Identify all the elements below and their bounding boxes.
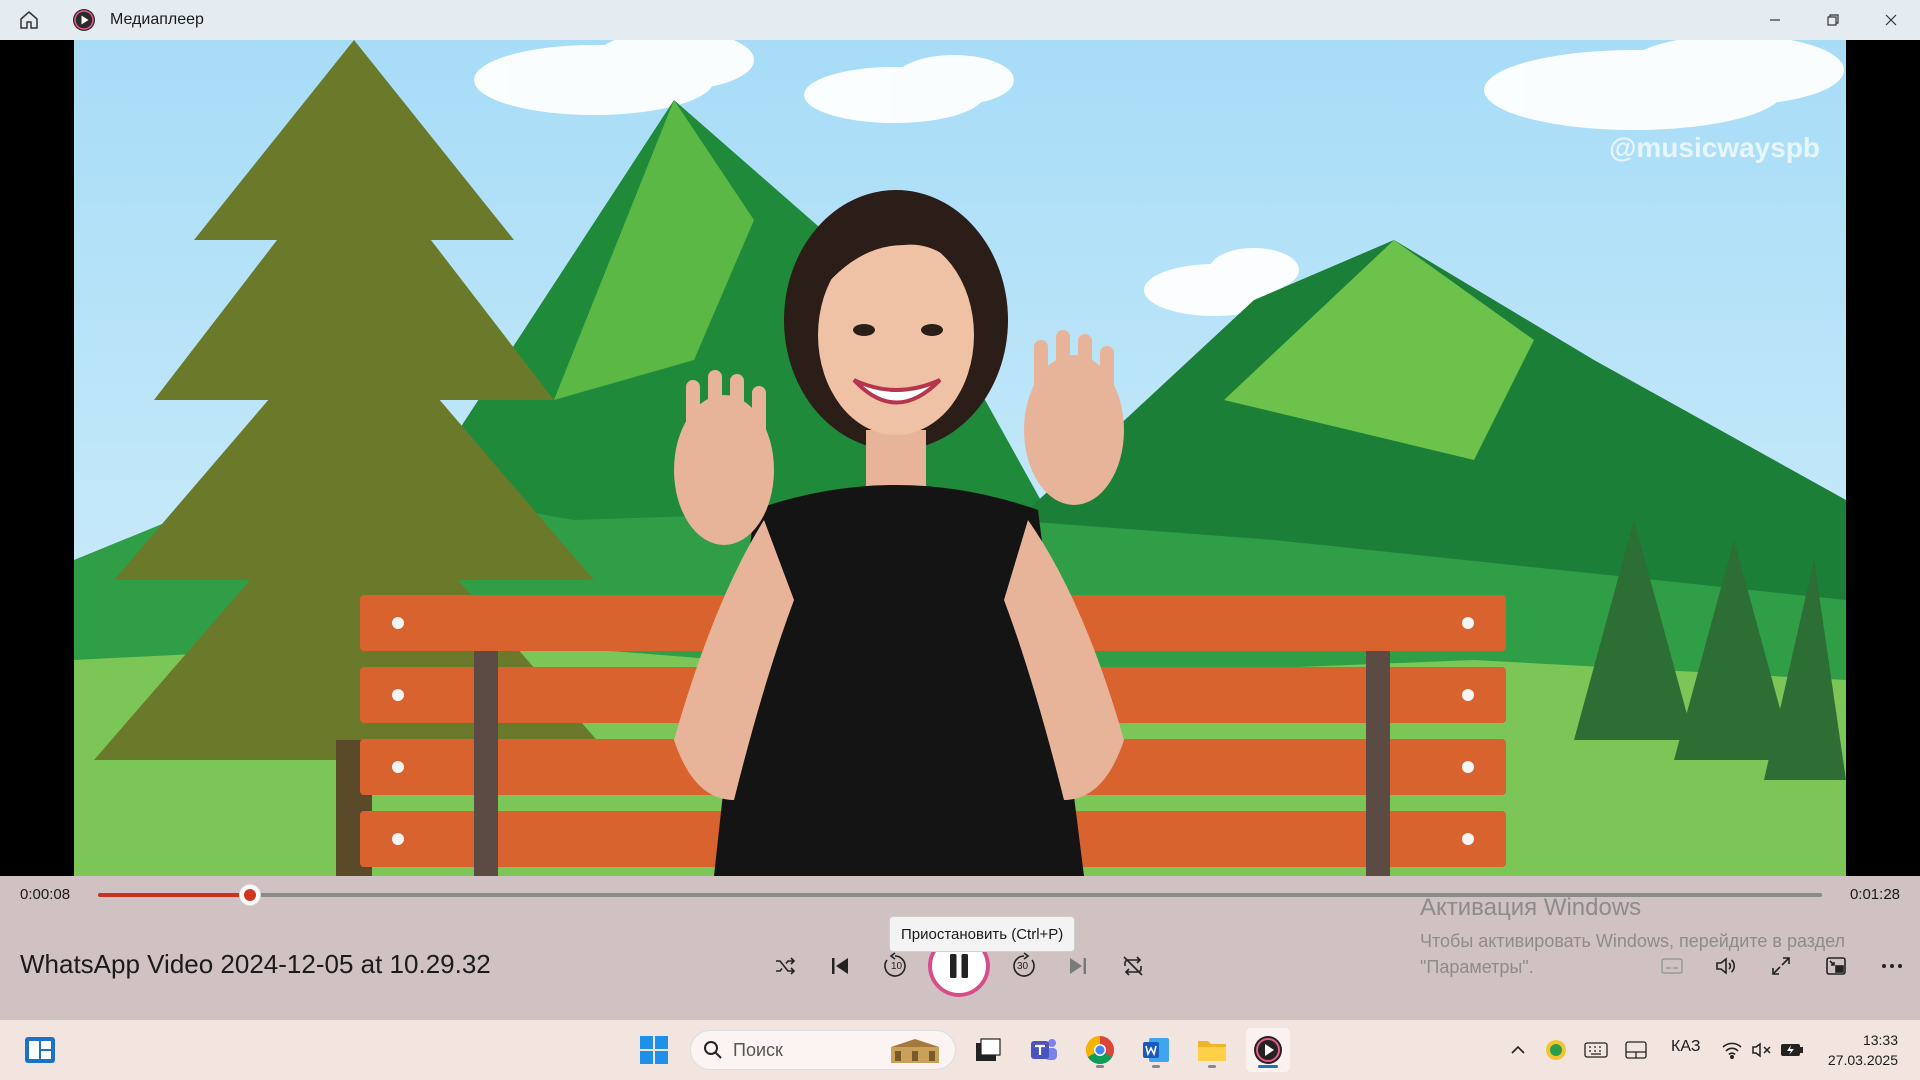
subtitles-icon (1661, 958, 1683, 974)
repeat-button[interactable] (1113, 946, 1153, 986)
touchpad-button[interactable] (1616, 1028, 1656, 1072)
media-player-icon (73, 9, 95, 31)
home-icon (20, 11, 38, 29)
skip-forward-button[interactable]: 30 (1004, 946, 1044, 986)
media-player-active-indicator (1258, 1065, 1278, 1068)
clock-date: 27.03.2025 (1827, 1052, 1898, 1068)
repeat-icon (1123, 956, 1143, 976)
previous-icon (832, 958, 848, 974)
minimize-icon (1770, 19, 1780, 21)
restore-icon (1827, 14, 1839, 26)
video-scene (74, 40, 1846, 876)
clock-time: 13:33 (1862, 1032, 1898, 1048)
fullscreen-button[interactable] (1761, 946, 1801, 986)
tray-app-icon (1546, 1040, 1566, 1060)
mini-player-icon (1826, 957, 1846, 975)
search-icon (704, 1041, 722, 1059)
taskbar-search[interactable]: Поиск (690, 1030, 956, 1070)
home-button[interactable] (0, 0, 58, 40)
subtitles-button[interactable] (1652, 946, 1692, 986)
start-button[interactable] (632, 1028, 676, 1072)
start-icon (640, 1036, 668, 1064)
chrome-button[interactable] (1078, 1028, 1122, 1072)
window-title: Медиаплеер (110, 11, 204, 28)
skip-forward-label: 30 (1017, 961, 1029, 972)
pause-icon (950, 954, 968, 978)
restore-button[interactable] (1804, 0, 1862, 40)
search-highlight-icon (891, 1039, 939, 1063)
keyboard-icon (1584, 1042, 1608, 1058)
file-explorer-button[interactable] (1190, 1028, 1234, 1072)
volume-icon (1716, 957, 1736, 975)
volume-muted-icon (1752, 1042, 1771, 1058)
battery-button[interactable] (1772, 1028, 1812, 1072)
title-bar: Медиаплеер (0, 0, 1920, 40)
battery-charging-icon (1781, 1044, 1803, 1056)
shuffle-icon (776, 957, 796, 975)
close-icon (1885, 14, 1897, 26)
volume-button[interactable] (1706, 946, 1746, 986)
next-icon (1070, 958, 1086, 974)
media-player-window: Медиаплеер @musicwayspb 0:00:08 0:01:28 … (0, 0, 1920, 1080)
seek-bar-thumb[interactable] (238, 884, 261, 906)
explorer-running-indicator (1208, 1065, 1216, 1068)
fullscreen-icon (1772, 957, 1790, 975)
widgets-button[interactable] (18, 1028, 62, 1072)
video-watermark: @musicwayspb (1609, 132, 1820, 163)
next-button[interactable] (1058, 946, 1098, 986)
chrome-icon (1086, 1036, 1114, 1064)
chevron-up-icon (1511, 1045, 1525, 1054)
taskbar: Поиск КАЗ 13:33 27.03.2025 (0, 1020, 1920, 1080)
more-options-button[interactable] (1872, 946, 1912, 986)
word-running-indicator (1152, 1065, 1160, 1068)
widgets-icon (25, 1037, 55, 1063)
time-elapsed: 0:00:08 (20, 886, 71, 903)
pause-tooltip: Приостановить (Ctrl+P) (889, 916, 1076, 952)
task-view-icon (976, 1038, 1001, 1061)
touchpad-icon (1625, 1041, 1647, 1059)
previous-button[interactable] (820, 946, 860, 986)
playback-controls: 0:00:08 0:01:28 WhatsApp Video 2024-12-0… (0, 876, 1920, 1020)
skip-back-label: 10 (891, 961, 903, 972)
more-icon (1882, 964, 1902, 968)
media-player-taskbar-button[interactable] (1246, 1028, 1290, 1072)
activation-title: Активация Windows (1420, 894, 1642, 921)
teams-button[interactable] (1022, 1028, 1066, 1072)
seek-bar-progress (98, 893, 250, 897)
close-button[interactable] (1862, 0, 1920, 40)
taskbar-clock[interactable]: 13:33 27.03.2025 (1828, 1030, 1898, 1070)
show-hidden-icons-button[interactable] (1496, 1028, 1540, 1072)
skip-back-button[interactable]: 10 (875, 946, 915, 986)
file-explorer-icon (1198, 1041, 1226, 1061)
touch-keyboard-button[interactable] (1576, 1028, 1616, 1072)
tray-app-button[interactable] (1536, 1028, 1576, 1072)
minimize-button[interactable] (1746, 0, 1804, 40)
word-icon (1143, 1038, 1169, 1062)
input-language[interactable]: КАЗ (1671, 1038, 1700, 1056)
search-placeholder: Поиск (733, 1039, 783, 1060)
media-player-icon (1254, 1036, 1282, 1064)
mini-player-button[interactable] (1816, 946, 1856, 986)
word-button[interactable] (1134, 1028, 1178, 1072)
task-view-button[interactable] (966, 1028, 1010, 1072)
wifi-icon (1722, 1042, 1742, 1059)
teams-icon (1031, 1039, 1057, 1060)
shuffle-button[interactable] (765, 946, 805, 986)
media-title: WhatsApp Video 2024-12-05 at 10.29.32 (20, 949, 491, 979)
video-frame[interactable]: @musicwayspb (74, 40, 1846, 876)
chrome-running-indicator (1096, 1065, 1104, 1068)
